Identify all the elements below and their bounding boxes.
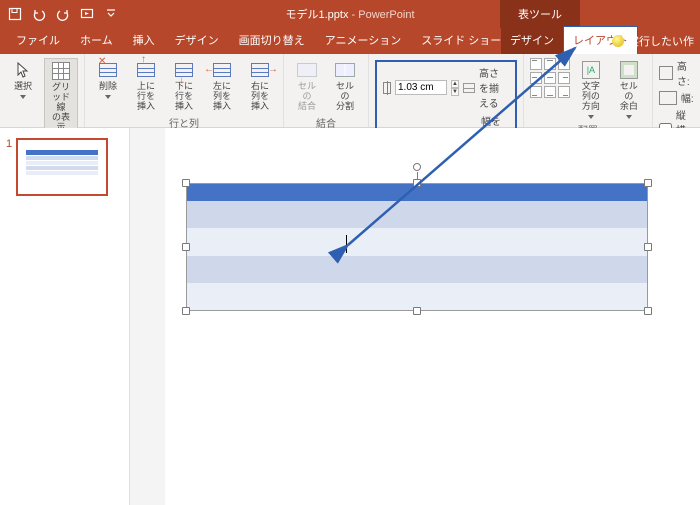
tab-home[interactable]: ホーム — [70, 27, 123, 54]
table-height-icon — [659, 66, 673, 80]
text-cursor — [346, 235, 347, 253]
group-table: 選択 グリッド線 の表示 表 — [0, 54, 85, 127]
insert-row-below-button[interactable]: ↓ 下に行を 挿入 — [167, 58, 201, 114]
resize-handle[interactable] — [182, 243, 190, 251]
tab-design[interactable]: デザイン — [165, 27, 229, 54]
resize-handle[interactable] — [413, 179, 421, 187]
resize-handle[interactable] — [644, 179, 652, 187]
cell-margins-button[interactable]: セルの 余白 — [612, 58, 646, 121]
ribbon: 選択 グリッド線 の表示 表 ✕ 削除 ↑ 上に行を 挿入 ↓ 下に行を 挿入 — [0, 54, 700, 128]
row-height-icon — [383, 82, 391, 94]
quick-access-toolbar — [0, 7, 126, 21]
tab-file[interactable]: ファイル — [6, 27, 70, 54]
resize-handle[interactable] — [413, 307, 421, 315]
row-height-input[interactable] — [395, 80, 447, 95]
qat-customize-icon[interactable] — [104, 7, 118, 21]
insert-column-left-button[interactable]: ← 左に列を 挿入 — [205, 58, 239, 114]
merge-cells-button[interactable]: セルの 結合 — [290, 58, 324, 114]
contextual-tools-title: 表ツール — [500, 0, 580, 28]
distribute-rows-icon — [463, 83, 475, 93]
slide-thumbnails-pane[interactable]: 1 — [0, 128, 130, 505]
resize-handle[interactable] — [182, 179, 190, 187]
window-title: モデル1.pptx - PowerPoint — [285, 6, 414, 22]
table-width-icon — [659, 91, 677, 105]
select-button[interactable]: 選択 — [6, 58, 40, 101]
save-icon[interactable] — [8, 7, 22, 21]
group-alignment: |A 文字列の 方向 セルの 余白 配置 — [524, 54, 653, 127]
rotate-handle[interactable] — [413, 163, 421, 171]
insert-column-right-button[interactable]: → 右に列を 挿入 — [243, 58, 277, 114]
distribute-rows-button[interactable]: 高さを揃える — [479, 65, 509, 110]
redo-icon[interactable] — [56, 7, 70, 21]
undo-icon[interactable] — [32, 7, 46, 21]
insert-row-above-button[interactable]: ↑ 上に行を 挿入 — [129, 58, 163, 114]
alignment-grid[interactable] — [530, 58, 570, 98]
tell-me-search[interactable]: 実行したい作 — [608, 28, 698, 54]
resize-handle[interactable] — [182, 307, 190, 315]
group-merge: セルの 結合 セルの 分割 結合 — [284, 54, 369, 127]
bulb-icon — [612, 35, 624, 47]
tab-slideshow[interactable]: スライド ショー — [411, 27, 511, 54]
resize-handle[interactable] — [644, 243, 652, 251]
tab-table-design[interactable]: デザイン — [501, 27, 563, 54]
slide-thumbnail-1[interactable]: 1 — [6, 138, 123, 196]
row-height-stepper[interactable]: ▲▼ — [451, 80, 459, 95]
selected-table[interactable] — [186, 183, 648, 311]
title-bar: モデル1.pptx - PowerPoint 表ツール — [0, 0, 700, 28]
start-from-beginning-icon[interactable] — [80, 7, 94, 21]
tab-transitions[interactable]: 画面切り替え — [229, 27, 315, 54]
resize-handle[interactable] — [644, 307, 652, 315]
split-cells-button[interactable]: セルの 分割 — [328, 58, 362, 114]
group-rows-columns: ✕ 削除 ↑ 上に行を 挿入 ↓ 下に行を 挿入 ← 左に列を 挿入 → 右に列… — [85, 54, 284, 127]
group-cell-size: ▲▼ 高さを揃える ▲▼ 幅を揃える セルのサイズ — [369, 54, 524, 127]
ribbon-tabs: ファイル ホーム 挿入 デザイン 画面切り替え アニメーション スライド ショー… — [0, 28, 700, 54]
slide-number: 1 — [6, 138, 12, 196]
tab-animations[interactable]: アニメーション — [315, 27, 412, 54]
view-gridlines-button[interactable]: グリッド線 の表示 — [44, 58, 78, 135]
text-direction-button[interactable]: |A 文字列の 方向 — [574, 58, 608, 121]
group-table-size: 高さ: 幅: 縦横比 表の — [653, 54, 700, 127]
tab-insert[interactable]: 挿入 — [123, 27, 165, 54]
delete-button[interactable]: ✕ 削除 — [91, 58, 125, 101]
